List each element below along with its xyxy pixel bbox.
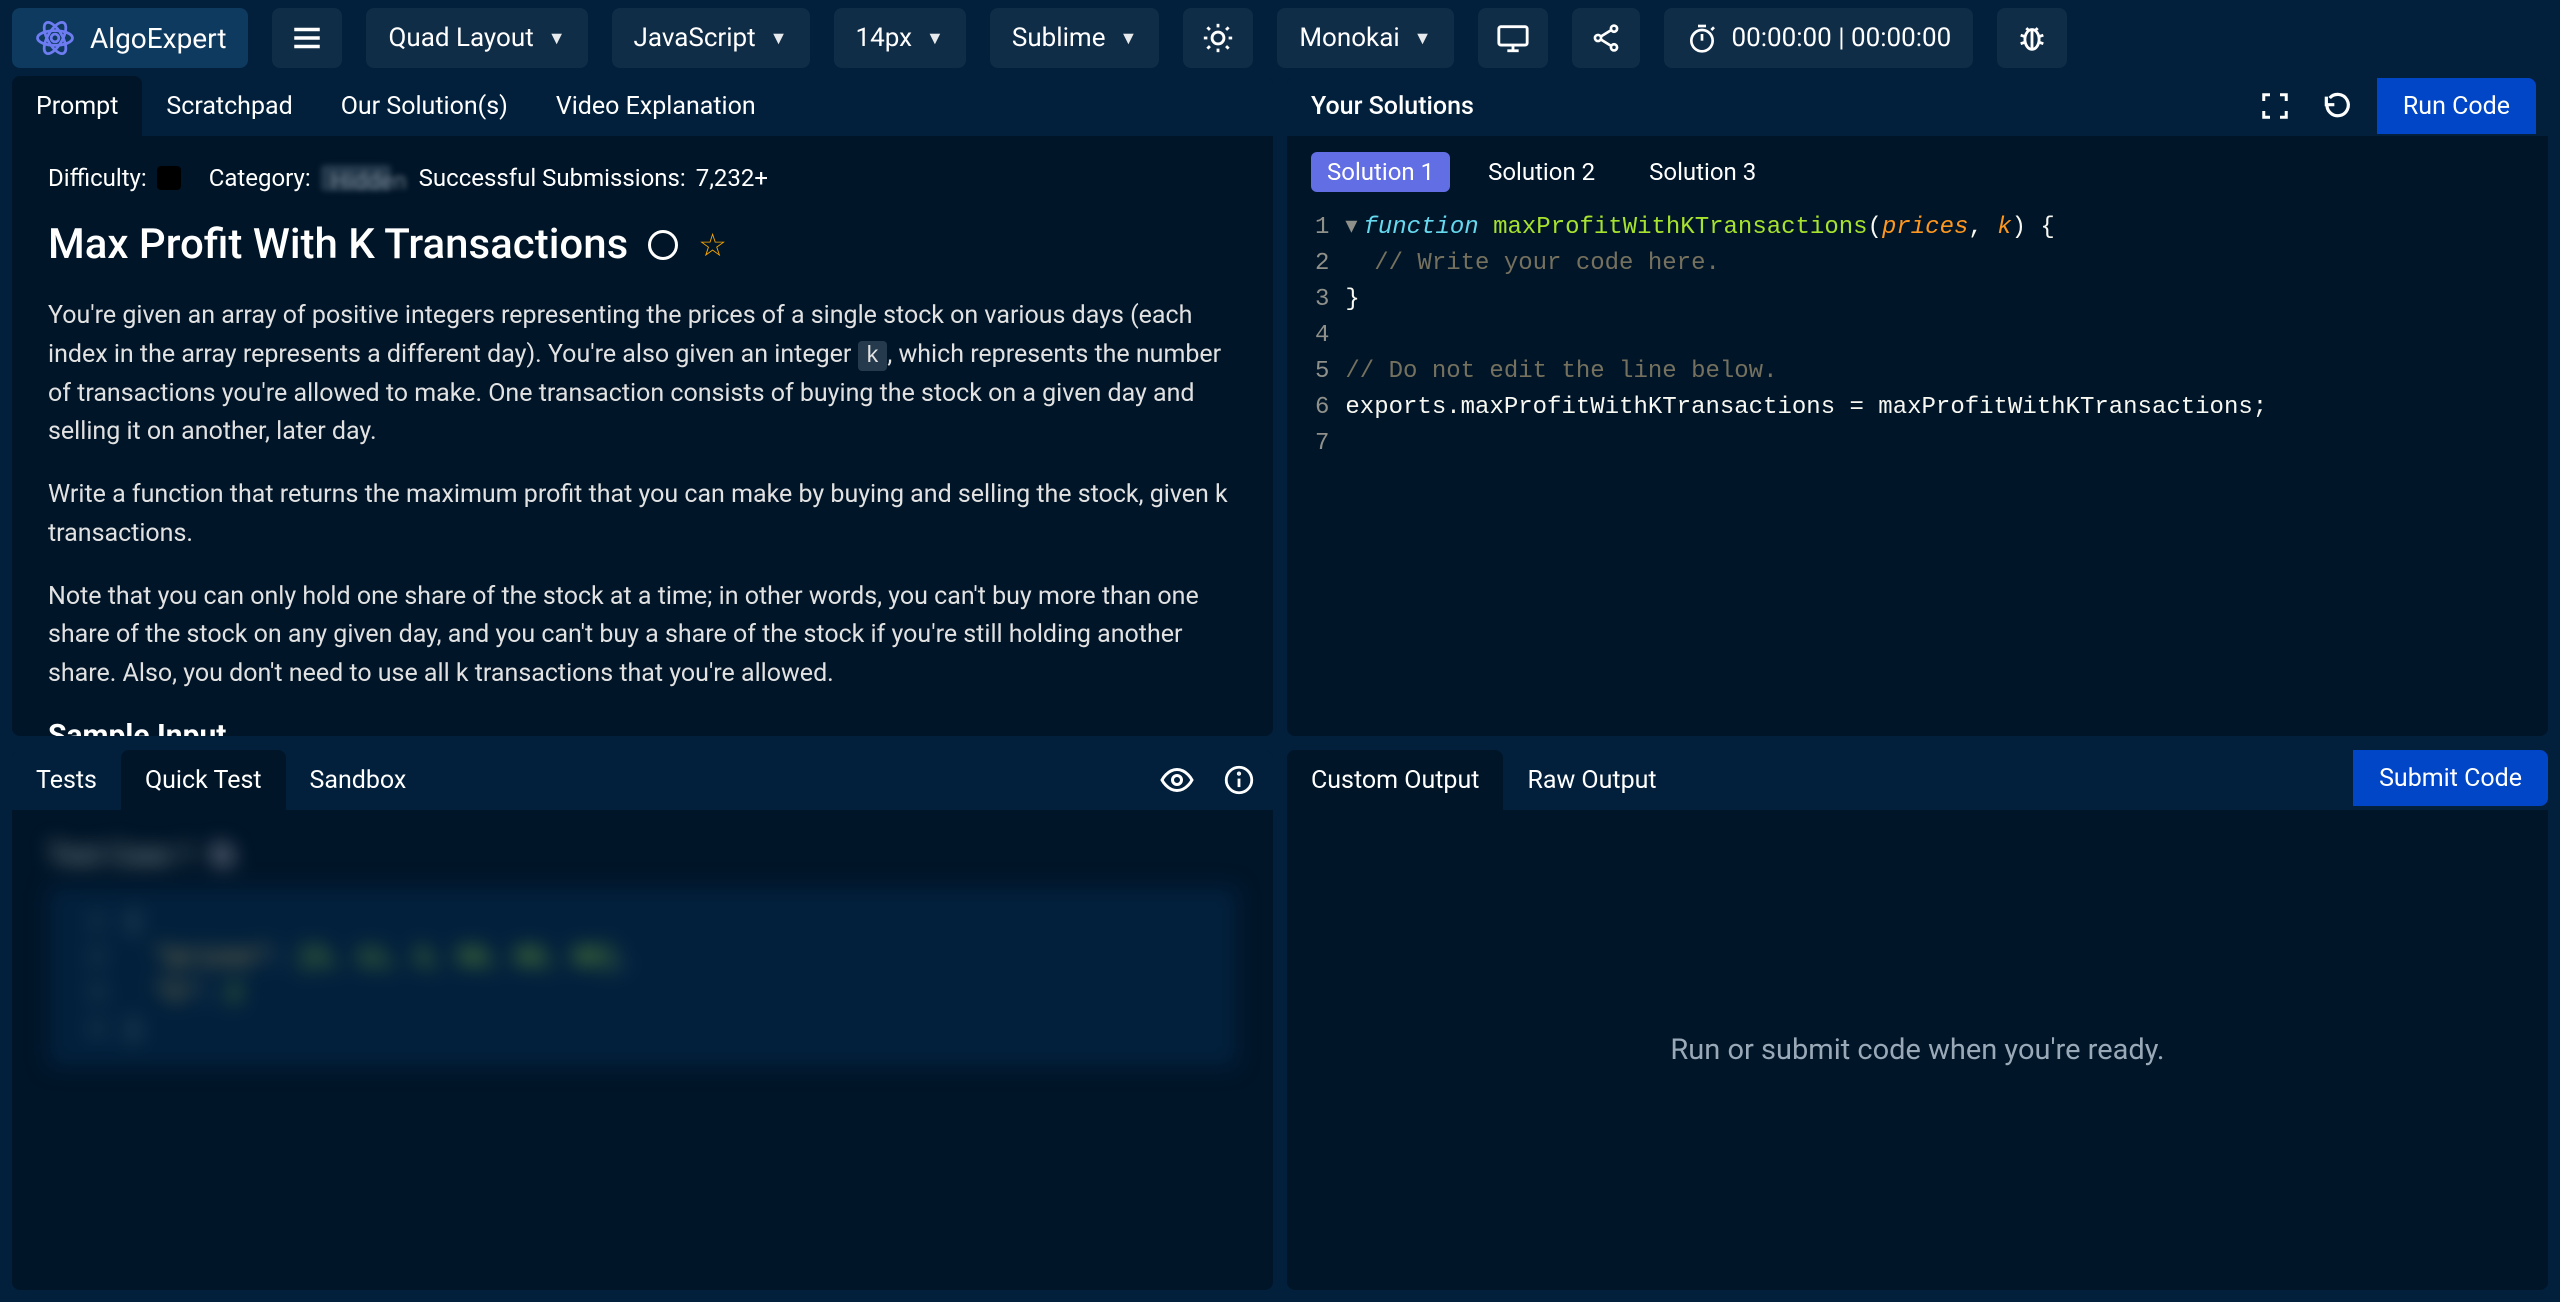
completion-status-icon[interactable]: [648, 230, 678, 260]
copy-icon: [208, 841, 236, 869]
difficulty-label: Difficulty:: [48, 164, 147, 192]
brand-name: AlgoExpert: [90, 22, 226, 55]
submit-code-button[interactable]: Submit Code: [2353, 750, 2548, 806]
font-size-label: 14px: [856, 23, 913, 53]
info-icon: [1222, 763, 1256, 797]
tab-sandbox[interactable]: Sandbox: [286, 750, 431, 810]
language-selector-label: JavaScript: [634, 23, 756, 53]
reset-icon: [2321, 90, 2353, 122]
editor-gutter: 1234567: [1287, 210, 1345, 736]
timer-value: 00:00:00 | 00:00:00: [1732, 23, 1952, 53]
submissions-value: 7,232+: [696, 164, 768, 192]
prompt-paragraph-2: Write a function that returns the maximu…: [48, 476, 1237, 554]
code-editor[interactable]: 1234567 ▾function maxProfitWithKTransact…: [1287, 192, 2548, 736]
tab-scratchpad[interactable]: Scratchpad: [142, 76, 316, 136]
tab-custom-output[interactable]: Custom Output: [1287, 750, 1503, 810]
chevron-down-icon: ▼: [926, 28, 944, 49]
tab-tests[interactable]: Tests: [12, 750, 121, 810]
favorite-star-icon[interactable]: ☆: [698, 226, 727, 264]
brand-home[interactable]: AlgoExpert: [12, 8, 248, 68]
editor-panel: Your Solutions Run Code Solution 1 S: [1287, 76, 2548, 736]
reset-code-button[interactable]: [2315, 84, 2359, 128]
your-solutions-label: Your Solutions: [1287, 76, 1498, 136]
syntax-theme-selector[interactable]: Sublime ▼: [990, 8, 1159, 68]
testcase-label: Test Case 1: [48, 838, 194, 871]
submissions-label: Successful Submissions:: [419, 164, 686, 192]
prompt-panel: Prompt Scratchpad Our Solution(s) Video …: [12, 76, 1273, 736]
output-panel: Custom Output Raw Output Submit Code Run…: [1287, 750, 2548, 1290]
language-selector[interactable]: JavaScript ▼: [612, 8, 810, 68]
brand-logo-icon: [34, 17, 76, 59]
category-label: Category:: [209, 164, 311, 192]
solution-tab-1[interactable]: Solution 1: [1311, 152, 1450, 192]
whiteboard-icon: [1496, 23, 1530, 53]
whiteboard-button[interactable]: [1478, 8, 1548, 68]
bug-report-button[interactable]: [1997, 8, 2067, 68]
editor-theme-label: Monokai: [1299, 23, 1399, 53]
chevron-down-icon: ▼: [1414, 28, 1432, 49]
share-icon: [1590, 22, 1622, 54]
tests-panel: Tests Quick Test Sandbox Test Ca: [12, 750, 1273, 1290]
layout-selector[interactable]: Quad Layout ▼: [366, 8, 587, 68]
chevron-down-icon: ▼: [1119, 28, 1137, 49]
sample-input-heading: Sample Input: [48, 718, 1237, 736]
chevron-down-icon: ▼: [770, 28, 788, 49]
syntax-theme-label: Sublime: [1012, 23, 1106, 53]
chevron-down-icon: ▼: [548, 28, 566, 49]
stopwatch-icon: [1686, 22, 1718, 54]
category-value-hidden: Hidden: [321, 165, 391, 191]
toggle-visibility-button[interactable]: [1155, 758, 1199, 802]
blurred-test-content: Test Case 1 1{ 2 "prices": [5, 11, 3, 50…: [48, 838, 1237, 1067]
tab-prompt[interactable]: Prompt: [12, 76, 142, 136]
share-button[interactable]: [1572, 8, 1640, 68]
editor-theme-selector[interactable]: Monokai ▼: [1277, 8, 1453, 68]
eye-icon: [1159, 762, 1195, 798]
solution-tab-2[interactable]: Solution 2: [1472, 152, 1611, 192]
list-icon: [290, 21, 324, 55]
difficulty-indicator: [157, 166, 181, 190]
editor-code[interactable]: ▾function maxProfitWithKTransactions(pri…: [1345, 210, 2548, 736]
tab-video-explanation[interactable]: Video Explanation: [532, 76, 780, 136]
tab-quick-test[interactable]: Quick Test: [121, 750, 286, 810]
bug-icon: [2015, 21, 2049, 55]
output-placeholder: Run or submit code when you're ready.: [1670, 1033, 2164, 1067]
run-code-button[interactable]: Run Code: [2377, 78, 2536, 134]
question-list-button[interactable]: [272, 8, 342, 68]
solution-tab-3[interactable]: Solution 3: [1633, 152, 1772, 192]
light-mode-toggle[interactable]: [1183, 8, 1253, 68]
timer[interactable]: 00:00:00 | 00:00:00: [1664, 8, 1974, 68]
tab-raw-output[interactable]: Raw Output: [1503, 750, 1680, 810]
problem-title: Max Profit With K Transactions: [48, 220, 628, 269]
prompt-paragraph-3: Note that you can only hold one share of…: [48, 578, 1237, 694]
font-size-selector[interactable]: 14px ▼: [834, 8, 966, 68]
fullscreen-button[interactable]: [2253, 84, 2297, 128]
tests-info-button[interactable]: [1217, 758, 1261, 802]
tab-our-solutions[interactable]: Our Solution(s): [317, 76, 532, 136]
sun-icon: [1201, 21, 1235, 55]
inline-code-k: k: [858, 341, 888, 371]
fullscreen-icon: [2260, 91, 2290, 121]
layout-selector-label: Quad Layout: [388, 23, 533, 53]
